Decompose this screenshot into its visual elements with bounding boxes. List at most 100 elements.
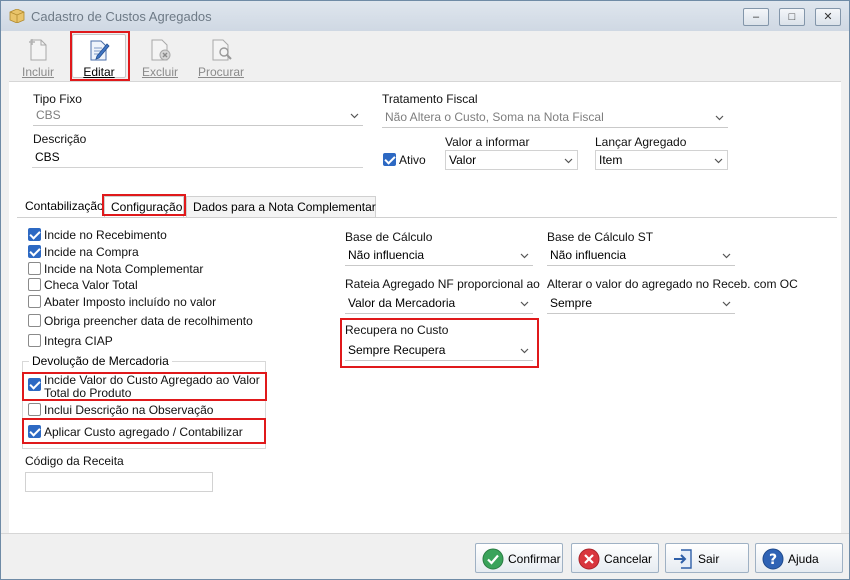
close-button[interactable]: ✕: [815, 8, 841, 26]
obriga-data-label: Obriga preencher data de recolhimento: [44, 314, 253, 328]
inclui-descricao-label: Inclui Descrição na Observação: [44, 403, 214, 417]
recupera-custo-label: Recupera no Custo: [345, 323, 449, 337]
tab-dados-nota-complementar[interactable]: Dados para a Nota Complementar: [186, 196, 376, 218]
inclui-descricao-checkbox[interactable]: [28, 403, 41, 416]
checa-valor-total-label: Checa Valor Total: [44, 278, 138, 292]
confirmar-button[interactable]: Confirmar: [475, 543, 563, 573]
cancel-circle-icon: [578, 548, 600, 570]
incide-recebimento-label: Incide no Recebimento: [44, 228, 167, 242]
tab-dados-nota-label: Dados para a Nota Complementar: [193, 200, 376, 214]
minimize-icon: –: [752, 11, 760, 23]
toolbar: Incluir Editar Excluir Procurar: [9, 32, 841, 80]
tab-configuracao[interactable]: Configuração: [104, 196, 184, 218]
incide-valor-custo-label: Incide Valor do Custo Agregado ao Valor …: [44, 374, 260, 400]
devolucao-group-title: Devolução de Mercadoria: [29, 354, 172, 368]
chevron-down-icon: [350, 113, 359, 119]
valor-informar-label: Valor a informar: [445, 135, 530, 149]
aplicar-custo-label: Aplicar Custo agregado / Contabilizar: [44, 425, 243, 439]
editar-label: Editar: [83, 65, 115, 79]
valor-informar-select[interactable]: Valor: [445, 150, 578, 170]
tipo-fixo-value: CBS: [36, 108, 61, 122]
maximize-icon: □: [788, 11, 796, 23]
tab-contabilizacao-label: Contabilização: [25, 199, 104, 213]
alterar-valor-label: Alterar o valor do agregado no Receb. co…: [547, 277, 798, 291]
sair-button[interactable]: Sair: [665, 543, 749, 573]
alterar-valor-value: Sempre: [550, 296, 593, 310]
ajuda-button[interactable]: ? Ajuda: [755, 543, 843, 573]
tab-divider: [17, 217, 837, 218]
base-calculo-st-select[interactable]: Não influencia: [547, 246, 735, 266]
incide-compra-checkbox[interactable]: [28, 245, 41, 258]
incide-nota-complementar-checkbox[interactable]: [28, 262, 41, 275]
excluir-button[interactable]: Excluir: [133, 34, 187, 79]
obriga-data-checkbox[interactable]: [28, 314, 41, 327]
cancelar-button[interactable]: Cancelar: [571, 543, 659, 573]
chevron-down-icon: [520, 301, 529, 307]
exit-door-icon: [674, 549, 692, 569]
chevron-down-icon: [564, 158, 573, 164]
chevron-down-icon: [520, 253, 529, 259]
alterar-valor-select[interactable]: Sempre: [547, 294, 735, 314]
integra-ciap-label: Integra CIAP: [44, 334, 113, 348]
rateia-select[interactable]: Valor da Mercadoria: [345, 294, 533, 314]
aplicar-custo-checkbox[interactable]: [28, 425, 41, 438]
delete-document-icon: [151, 39, 171, 61]
incide-valor-custo-checkbox[interactable]: [28, 378, 41, 391]
valor-informar-value: Valor: [449, 153, 477, 167]
lancar-agregado-select[interactable]: Item: [595, 150, 728, 170]
edit-document-icon: [90, 40, 110, 61]
base-calculo-st-label: Base de Cálculo ST: [547, 230, 654, 244]
rateia-value: Valor da Mercadoria: [348, 296, 456, 310]
descricao-value: CBS: [35, 150, 60, 164]
new-document-icon: [29, 39, 47, 61]
codigo-receita-field[interactable]: [25, 472, 213, 492]
ativo-checkbox[interactable]: [383, 153, 396, 166]
footer-bar: Confirmar Cancelar Sair ? Ajuda: [1, 533, 849, 579]
search-document-icon: [212, 39, 232, 61]
codigo-receita-label: Código da Receita: [25, 454, 124, 468]
incide-recebimento-checkbox[interactable]: [28, 228, 41, 241]
form-panel: Tipo Fixo CBS Tratamento Fiscal Não Alte…: [9, 81, 841, 533]
tab-contabilizacao[interactable]: Contabilização: [19, 196, 104, 218]
incluir-label: Incluir: [21, 65, 54, 79]
checa-valor-total-checkbox[interactable]: [28, 278, 41, 291]
excluir-label: Excluir: [141, 65, 178, 79]
recupera-custo-select[interactable]: Sempre Recupera: [345, 341, 533, 361]
sair-label: Sair: [698, 552, 720, 566]
tratamento-fiscal-label: Tratamento Fiscal: [382, 92, 478, 106]
descricao-label: Descrição: [33, 132, 87, 146]
incide-nota-complementar-label: Incide na Nota Complementar: [44, 262, 204, 276]
procurar-label: Procurar: [197, 65, 244, 79]
title-bar: Cadastro de Custos Agregados – □ ✕: [1, 1, 849, 31]
tratamento-fiscal-value: Não Altera o Custo, Soma na Nota Fiscal: [385, 110, 604, 124]
procurar-button[interactable]: Procurar: [194, 34, 248, 79]
incluir-button[interactable]: Incluir: [11, 34, 65, 79]
lancar-agregado-value: Item: [599, 153, 623, 167]
maximize-button[interactable]: □: [779, 8, 805, 26]
ativo-label: Ativo: [399, 153, 426, 167]
check-circle-icon: [482, 548, 504, 570]
tratamento-fiscal-select[interactable]: Não Altera o Custo, Soma na Nota Fiscal: [382, 108, 728, 128]
help-circle-icon: ?: [762, 548, 784, 570]
incide-valor-custo-line1: Incide Valor do Custo Agregado ao Valor: [44, 373, 260, 387]
integra-ciap-checkbox[interactable]: [28, 334, 41, 347]
minimize-button[interactable]: –: [743, 8, 769, 26]
ajuda-label: Ajuda: [788, 552, 819, 566]
close-icon: ✕: [823, 11, 833, 23]
window-title: Cadastro de Custos Agregados: [31, 9, 212, 24]
chevron-down-icon: [722, 253, 731, 259]
confirmar-label: Confirmar: [508, 552, 561, 566]
base-calculo-value: Não influencia: [348, 248, 425, 262]
lancar-agregado-label: Lançar Agregado: [595, 135, 687, 149]
chevron-down-icon: [715, 115, 724, 121]
abater-imposto-checkbox[interactable]: [28, 295, 41, 308]
editar-button[interactable]: Editar: [72, 34, 126, 79]
base-calculo-label: Base de Cálculo: [345, 230, 433, 244]
base-calculo-select[interactable]: Não influencia: [345, 246, 533, 266]
incide-compra-label: Incide na Compra: [44, 245, 139, 259]
abater-imposto-label: Abater Imposto incluído no valor: [44, 295, 217, 309]
descricao-field[interactable]: CBS: [32, 148, 363, 168]
tipo-fixo-select[interactable]: CBS: [33, 106, 363, 126]
tipo-fixo-label: Tipo Fixo: [33, 92, 82, 106]
chevron-down-icon: [520, 348, 529, 354]
